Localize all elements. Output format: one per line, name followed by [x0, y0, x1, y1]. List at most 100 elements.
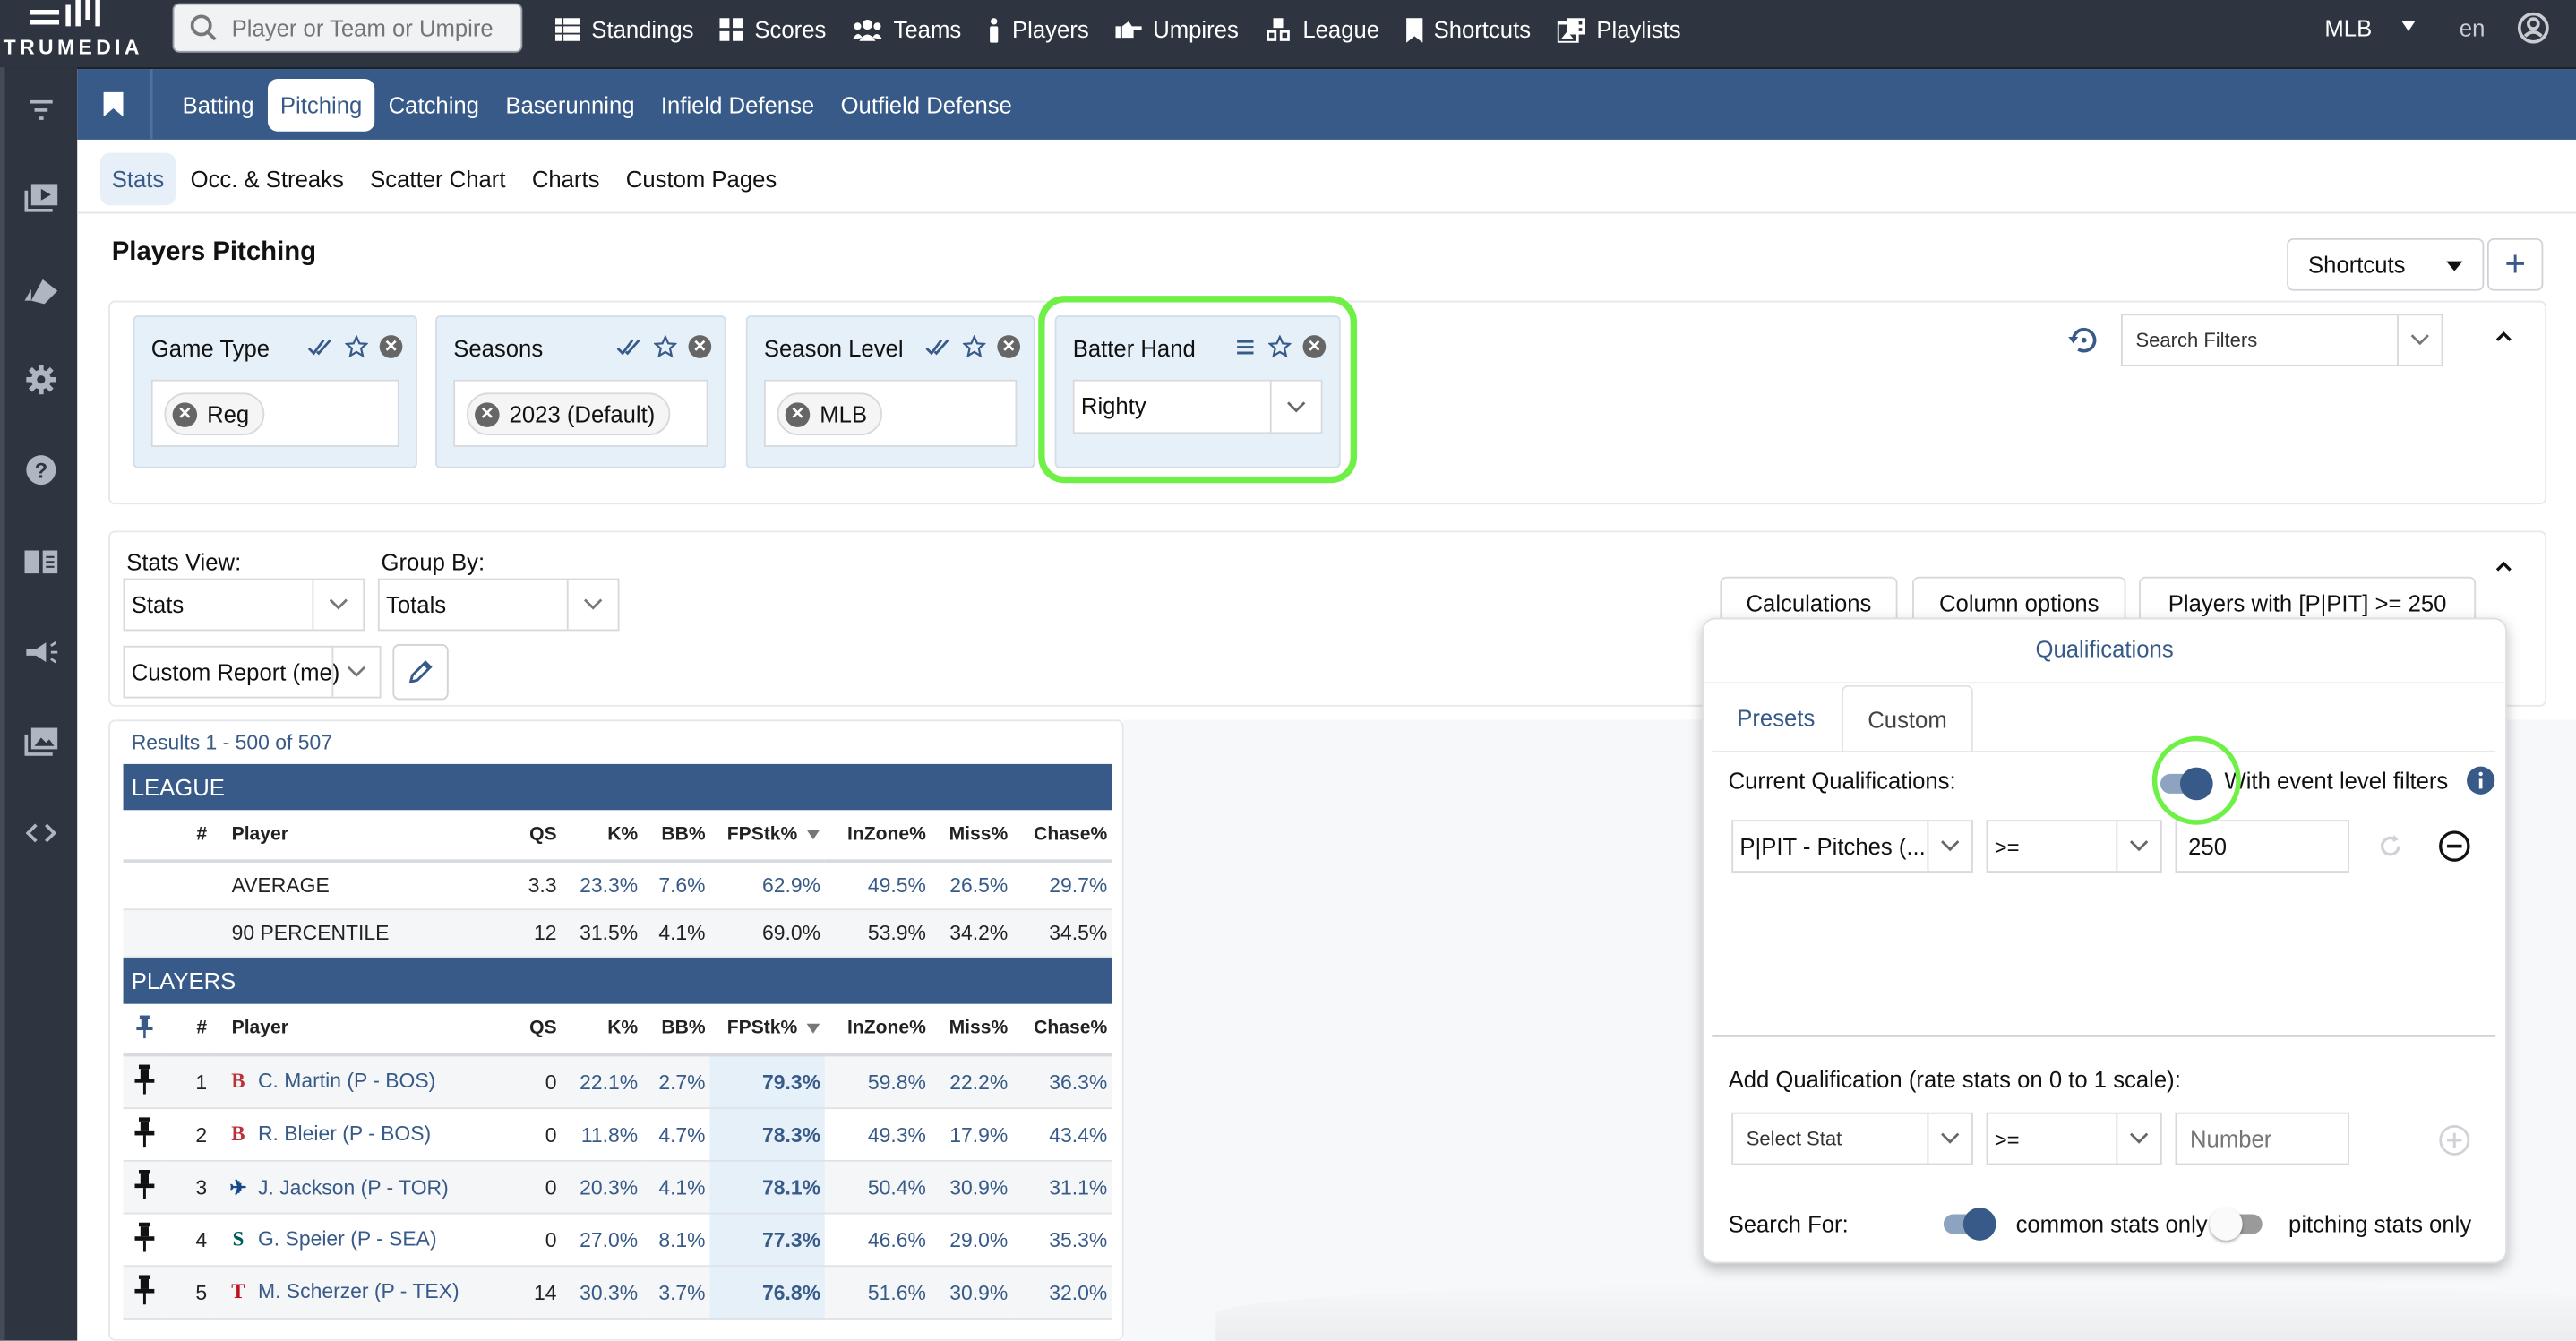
- common-stats-toggle[interactable]: [1943, 1208, 1996, 1241]
- tab-presets[interactable]: Presets: [1723, 685, 1828, 751]
- league-select[interactable]: MLB: [2324, 15, 2372, 41]
- tab-baserunning[interactable]: Baserunning: [493, 78, 648, 131]
- col-k-pct[interactable]: K%: [562, 1003, 643, 1057]
- tent-icon[interactable]: [21, 274, 61, 307]
- report-select[interactable]: Custom Report (me): [123, 645, 382, 699]
- global-search[interactable]: [172, 3, 523, 53]
- tab-custom[interactable]: Custom: [1842, 684, 1973, 753]
- add-stat-select[interactable]: Select Stat: [1731, 1112, 1973, 1165]
- global-search-input[interactable]: [228, 13, 515, 43]
- double-check-icon[interactable]: [307, 337, 333, 357]
- col-chase-pct[interactable]: Chase%: [1012, 810, 1112, 863]
- col-inzone-pct[interactable]: InZone%: [825, 1003, 932, 1057]
- nav-teams[interactable]: Teams: [852, 16, 961, 43]
- pin-row-button[interactable]: [123, 1266, 167, 1320]
- language-select[interactable]: en: [2460, 15, 2486, 41]
- book-icon[interactable]: [21, 546, 61, 579]
- nav-standings[interactable]: Standings: [554, 16, 694, 43]
- subtab-charts[interactable]: Charts: [520, 152, 611, 205]
- col-miss-pct[interactable]: Miss%: [931, 1003, 1013, 1057]
- search-filters-select[interactable]: Search Filters: [2120, 314, 2443, 367]
- tab-infield-defense[interactable]: Infield Defense: [648, 78, 828, 131]
- info-icon[interactable]: [2466, 766, 2495, 795]
- edit-report-button[interactable]: [392, 644, 449, 701]
- star-icon[interactable]: [345, 335, 368, 358]
- nav-umpires[interactable]: Umpires: [1115, 16, 1239, 43]
- col-miss-pct[interactable]: Miss%: [931, 810, 1013, 863]
- filter-value-box[interactable]: ✕ 2023 (Default): [453, 379, 708, 447]
- code-icon[interactable]: [21, 817, 61, 850]
- nav-scores[interactable]: Scores: [719, 16, 826, 43]
- pin-row-button[interactable]: [123, 1054, 167, 1110]
- col-qs[interactable]: QS: [515, 810, 562, 863]
- pitching-stats-toggle[interactable]: [2209, 1208, 2263, 1241]
- refresh-icon[interactable]: [2377, 833, 2403, 859]
- col-rank[interactable]: #: [166, 1003, 212, 1057]
- tab-outfield-defense[interactable]: Outfield Defense: [828, 78, 1026, 131]
- add-qualification-icon[interactable]: [2438, 1124, 2471, 1157]
- gear-icon[interactable]: [21, 363, 61, 396]
- col-player[interactable]: Player: [211, 1003, 516, 1057]
- current-operator-select[interactable]: >=: [1986, 820, 2162, 873]
- filter-value-box[interactable]: ✕ Reg: [150, 379, 399, 447]
- nav-playlists[interactable]: Playlists: [1557, 16, 1681, 43]
- pin-row-button[interactable]: [123, 1160, 167, 1215]
- tab-catching[interactable]: Catching: [375, 78, 493, 131]
- remove-filter-icon[interactable]: ✕: [688, 335, 712, 358]
- col-player[interactable]: Player: [211, 810, 516, 863]
- table-row[interactable]: 2 B R. Bleier (P - BOS) 0 11.8% 4.7% 78.3% 49.3…: [123, 1108, 1112, 1162]
- filter-icon[interactable]: [21, 95, 61, 128]
- remove-chip-icon[interactable]: ✕: [172, 401, 198, 426]
- remove-filter-icon[interactable]: ✕: [379, 335, 403, 358]
- subtab-scatter-chart[interactable]: Scatter Chart: [358, 152, 517, 205]
- current-stat-select[interactable]: P|PIT - Pitches (...: [1731, 820, 1973, 873]
- images-icon[interactable]: [21, 726, 61, 760]
- nav-players[interactable]: Players: [988, 16, 1089, 43]
- help-icon[interactable]: ?: [21, 453, 61, 486]
- add-operator-select[interactable]: >=: [1986, 1112, 2162, 1165]
- table-row[interactable]: 4 S G. Speier (P - SEA) 0 27.0% 8.1% 77.3% 46.6…: [123, 1213, 1112, 1268]
- user-account-icon[interactable]: [2517, 10, 2550, 46]
- add-number-input[interactable]: [2175, 1112, 2349, 1165]
- collapse-stats-view-icon[interactable]: [2495, 559, 2512, 575]
- bookmark-button[interactable]: [77, 69, 153, 140]
- subtab-stats[interactable]: Stats: [99, 151, 176, 205]
- player-link[interactable]: J. Jackson (P - TOR): [258, 1175, 449, 1199]
- tab-batting[interactable]: Batting: [169, 78, 267, 131]
- pin-column-header[interactable]: [123, 1003, 167, 1057]
- group-by-select[interactable]: Totals: [377, 578, 620, 632]
- add-shortcut-button[interactable]: +: [2486, 237, 2544, 291]
- player-link[interactable]: M. Scherzer (P - TEX): [258, 1280, 459, 1303]
- col-qs[interactable]: QS: [515, 1003, 562, 1057]
- remove-chip-icon[interactable]: ✕: [475, 401, 500, 426]
- pin-row-button[interactable]: [123, 1213, 167, 1268]
- current-value-input[interactable]: 250: [2175, 820, 2349, 873]
- star-icon[interactable]: [654, 335, 677, 358]
- nav-league[interactable]: League: [1265, 16, 1379, 43]
- shortcuts-dropdown[interactable]: Shortcuts: [2287, 237, 2485, 291]
- star-icon[interactable]: [962, 335, 986, 358]
- col-rank[interactable]: #: [166, 810, 212, 863]
- table-row[interactable]: 1 B C. Martin (P - BOS) 0 22.1% 2.7% 79.3% 59.8…: [123, 1054, 1112, 1110]
- remove-filter-icon[interactable]: ✕: [997, 335, 1021, 358]
- subtab-occ-streaks[interactable]: Occ. & Streaks: [179, 152, 356, 205]
- col-bb-pct[interactable]: BB%: [642, 1003, 711, 1057]
- col-fpstk-pct[interactable]: FPStk%: [710, 1003, 826, 1057]
- megaphone-icon[interactable]: [21, 636, 61, 669]
- video-playlist-icon[interactable]: [21, 183, 61, 216]
- subtab-custom-pages[interactable]: Custom Pages: [614, 152, 788, 205]
- player-link[interactable]: C. Martin (P - BOS): [258, 1070, 435, 1093]
- filter-value-box[interactable]: ✕ MLB: [763, 379, 1018, 447]
- col-bb-pct[interactable]: BB%: [642, 810, 711, 863]
- nav-shortcuts[interactable]: Shortcuts: [1405, 16, 1531, 43]
- table-row[interactable]: 3 ✈ J. Jackson (P - TOR) 0 20.3% 4.1% 78.1% 50.…: [123, 1160, 1112, 1215]
- tab-pitching[interactable]: Pitching: [267, 78, 375, 131]
- caret-down-icon[interactable]: [2401, 21, 2416, 31]
- double-check-icon[interactable]: [925, 337, 951, 357]
- col-fpstk-pct[interactable]: FPStk%: [710, 810, 826, 863]
- col-chase-pct[interactable]: Chase%: [1012, 1003, 1112, 1057]
- table-row[interactable]: 5 T M. Scherzer (P - TEX) 14 30.3% 3.7% 76.8% 5…: [123, 1266, 1112, 1320]
- remove-chip-icon[interactable]: ✕: [785, 401, 811, 426]
- remove-qualification-icon[interactable]: [2438, 830, 2471, 863]
- player-link[interactable]: R. Bleier (P - BOS): [258, 1122, 431, 1146]
